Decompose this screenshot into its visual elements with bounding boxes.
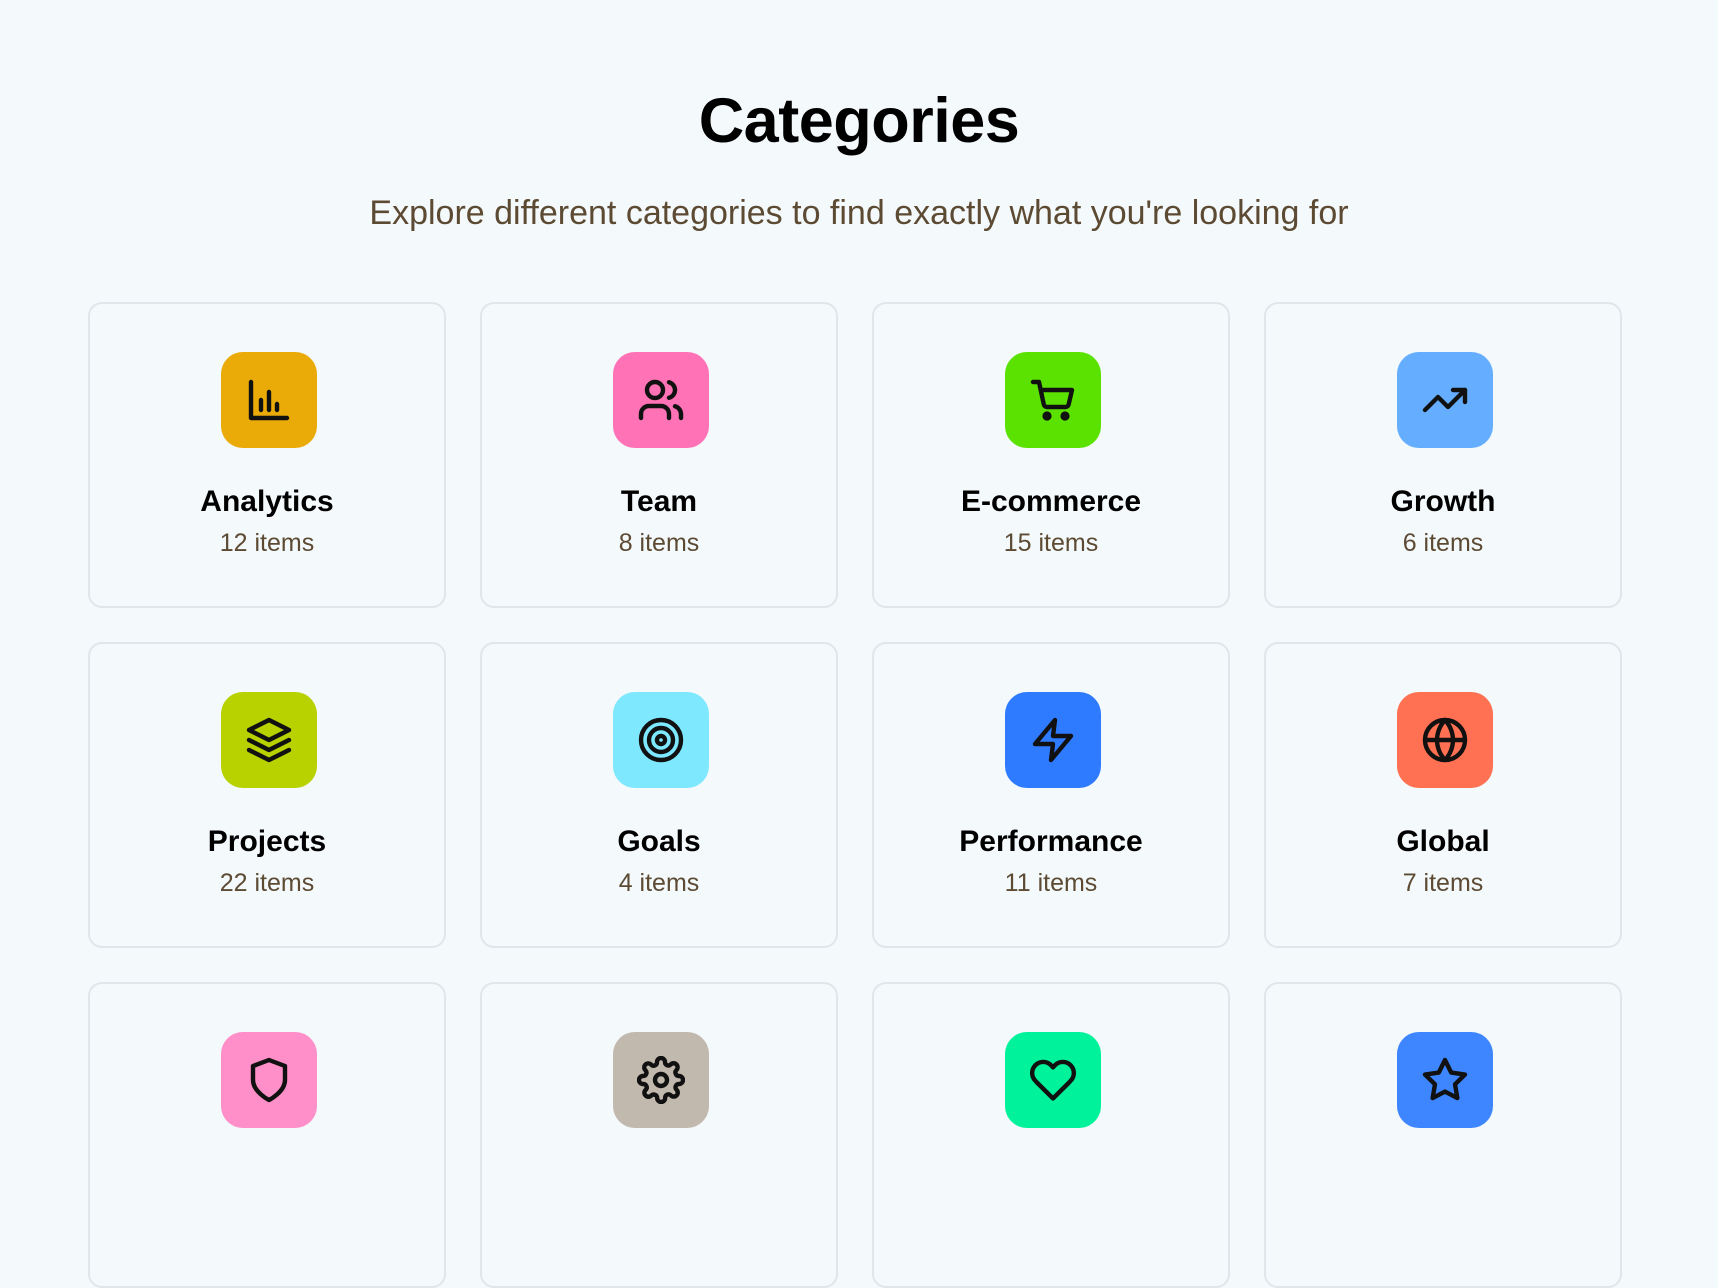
category-count: 15 items [1003, 529, 1099, 557]
category-count: 22 items [219, 869, 315, 897]
category-card-global[interactable]: Global 7 items [1264, 642, 1622, 948]
shopping-cart-icon [1005, 352, 1101, 448]
target-icon [613, 692, 709, 788]
category-count: 7 items [1402, 869, 1484, 897]
category-card-projects[interactable]: Projects 22 items [88, 642, 446, 948]
category-name: Growth [1390, 485, 1496, 518]
category-card-goals[interactable]: Goals 4 items [480, 642, 838, 948]
category-name: Projects [207, 825, 327, 858]
category-card-team[interactable]: Team 8 items [480, 302, 838, 608]
category-card-shield[interactable] [88, 982, 446, 1288]
heart-icon [1005, 1032, 1101, 1128]
category-name: Team [620, 485, 698, 518]
category-count: 8 items [618, 529, 700, 557]
category-count: 12 items [219, 529, 315, 557]
category-name: Performance [959, 825, 1143, 858]
category-card-ecommerce[interactable]: E-commerce 15 items [872, 302, 1230, 608]
globe-icon [1397, 692, 1493, 788]
shield-icon [221, 1032, 317, 1128]
category-grid: Analytics 12 items Team 8 items E-commer… [88, 302, 1623, 1288]
category-count: 4 items [618, 869, 700, 897]
lightning-icon [1005, 692, 1101, 788]
category-card-heart[interactable] [872, 982, 1230, 1288]
users-icon [613, 352, 709, 448]
category-count: 11 items [1004, 869, 1098, 897]
category-name: Analytics [200, 485, 334, 518]
category-name: Goals [617, 825, 701, 858]
category-name: E-commerce [960, 485, 1142, 518]
star-icon [1397, 1032, 1493, 1128]
category-card-analytics[interactable]: Analytics 12 items [88, 302, 446, 608]
page-subtitle: Explore different categories to find exa… [369, 194, 1349, 232]
page-title: Categories [698, 86, 1020, 156]
category-count: 6 items [1402, 529, 1484, 557]
trending-up-icon [1397, 352, 1493, 448]
layers-icon [221, 692, 317, 788]
category-card-growth[interactable]: Growth 6 items [1264, 302, 1622, 608]
category-card-performance[interactable]: Performance 11 items [872, 642, 1230, 948]
category-name: Global [1396, 825, 1490, 858]
gear-icon [613, 1032, 709, 1128]
bar-chart-icon [221, 352, 317, 448]
category-card-star[interactable] [1264, 982, 1622, 1288]
category-card-gear[interactable] [480, 982, 838, 1288]
